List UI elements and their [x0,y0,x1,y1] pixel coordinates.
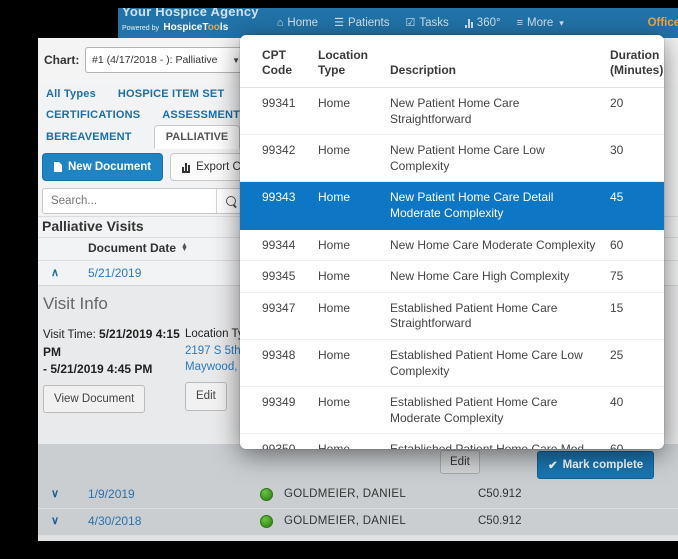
visit-info-title: Visit Info [43,294,108,314]
visit-time-block: Visit Time: 5/21/2019 4:15 PM - 5/21/201… [43,326,195,413]
view-document-button[interactable]: View Document [43,385,145,414]
cpt-row-99344[interactable]: 99344 Home New Home Care Moderate Comple… [240,229,664,261]
tab-certifications[interactable]: CERTIFICATIONS [46,109,140,121]
check-icon: ✔ [548,458,558,472]
tab-assessments[interactable]: ASSESSMENTS [162,109,247,121]
toolbar: New Document Export Chart [42,153,273,181]
nav-360[interactable]: 360° [465,17,501,29]
nav-patients[interactable]: ☰ Patients [334,17,389,29]
tab-all-types[interactable]: All Types [46,88,96,100]
visit-date-link[interactable]: 1/9/2019 [88,487,135,501]
screenshot-canvas: Chart: #1 (4/17/2018 - ): Palliative ▼ A… [0,0,678,559]
cpt-row-99349[interactable]: 99349 Home Established Patient Home Care… [240,387,664,434]
new-document-button[interactable]: New Document [42,153,163,181]
col-header-location-type: Location Type [314,35,386,88]
tab-hospice-item-set[interactable]: HOSPICE ITEM SET [118,88,225,100]
office-label: Office: [648,17,678,29]
chevron-down-icon[interactable]: ∨ [51,514,59,527]
nav-menu: ⌂ Home ☰ Patients ☑ Tasks 360° ≡ More ▾ [277,17,564,29]
visit-date-link[interactable]: 5/21/2019 [88,266,141,280]
bar-chart-icon [465,19,473,28]
visit-time-label: Visit Time: [43,329,99,341]
visit-date-link[interactable]: 4/30/2018 [88,514,141,528]
cpt-row-99350[interactable]: 99350 Home Established Patient Home Care… [240,434,664,449]
status-dot-green [260,515,273,528]
chevron-down-icon: ▾ [559,18,564,29]
edit-location-button[interactable]: Edit [185,382,227,411]
hospicetools-logo: HospiceTools [163,22,228,33]
cpt-row-99348[interactable]: 99348 Home Established Patient Home Care… [240,339,664,386]
search-icon [226,196,236,206]
patient-name: GOLDMEIER, DANIEL [284,515,406,527]
diagnosis-code: C50.912 [478,515,521,527]
export-chart-icon [182,162,190,173]
col-header-description: Description [386,35,606,88]
chevron-up-icon[interactable]: ∧ [51,266,59,279]
menu-icon: ≡ [517,18,523,29]
table-row: ∨ 4/30/2018 GOLDMEIER, DANIEL C50.912 [38,508,678,536]
tasks-check-icon: ☑ [406,18,416,29]
cpt-row-99343-selected[interactable]: 99343 Home New Patient Home Care Detail … [240,182,664,229]
brand: Your Hospice Agency Powered by HospiceTo… [122,8,259,35]
cpt-code-modal: CPT Code Location Type Description Durat… [240,35,664,449]
tab-palliative-active[interactable]: PALLIATIVE [154,125,241,149]
sort-icon[interactable]: ▲▼ [181,244,188,252]
agency-name: Your Hospice Agency [122,8,259,18]
tab-bereavement[interactable]: BEREAVEMENT [46,131,132,143]
visit-time-end: - 5/21/2019 4:45 PM [43,361,195,378]
search-box [42,188,246,214]
col-header-cpt-code: CPT Code [240,35,314,88]
patient-name: GOLDMEIER, DANIEL [284,488,406,500]
chart-select[interactable]: #1 (4/17/2018 - ): Palliative ▼ [85,47,247,73]
top-navbar: Your Hospice Agency Powered by HospiceTo… [118,8,678,38]
patients-list-icon: ☰ [334,18,344,29]
mark-complete-button[interactable]: ✔ Mark complete [537,451,654,479]
table-row: ∨ 1/9/2019 GOLDMEIER, DANIEL C50.912 [38,481,678,509]
section-title: Palliative Visits [42,218,144,234]
search-input[interactable] [43,195,216,207]
file-icon [54,162,62,172]
visits-table-lower: Edit ✔ Mark complete ∨ 1/9/2019 GOLDMEIE… [38,444,678,541]
cpt-row-99341[interactable]: 99341 Home New Patient Home Care Straigh… [240,88,664,135]
status-dot-green [260,488,273,501]
diagnosis-code: C50.912 [478,488,521,500]
cpt-row-99347[interactable]: 99347 Home Established Patient Home Care… [240,292,664,339]
divider [38,536,678,541]
chevron-down-icon[interactable]: ∨ [51,487,59,500]
cpt-code-table: CPT Code Location Type Description Durat… [240,35,664,449]
nav-tasks[interactable]: ☑ Tasks [406,17,449,29]
table-header-row: CPT Code Location Type Description Durat… [240,35,664,88]
powered-by-label: Powered by [122,25,159,32]
edit-button[interactable]: Edit [440,450,480,474]
cpt-row-99342[interactable]: 99342 Home New Patient Home Care Low Com… [240,135,664,182]
col-header-duration: Duration (Minutes) [606,35,664,88]
nav-more[interactable]: ≡ More ▾ [517,17,564,29]
chevron-down-icon: ▼ [232,56,240,65]
chart-select-value: #1 (4/17/2018 - ): Palliative [92,54,218,66]
cpt-row-99345[interactable]: 99345 Home New Home Care High Complexity… [240,261,664,293]
document-date-header[interactable]: Document Date ▲▼ [88,241,188,255]
chart-label: Chart: [44,53,79,67]
home-icon: ⌂ [277,18,284,29]
nav-home[interactable]: ⌂ Home [277,17,318,29]
